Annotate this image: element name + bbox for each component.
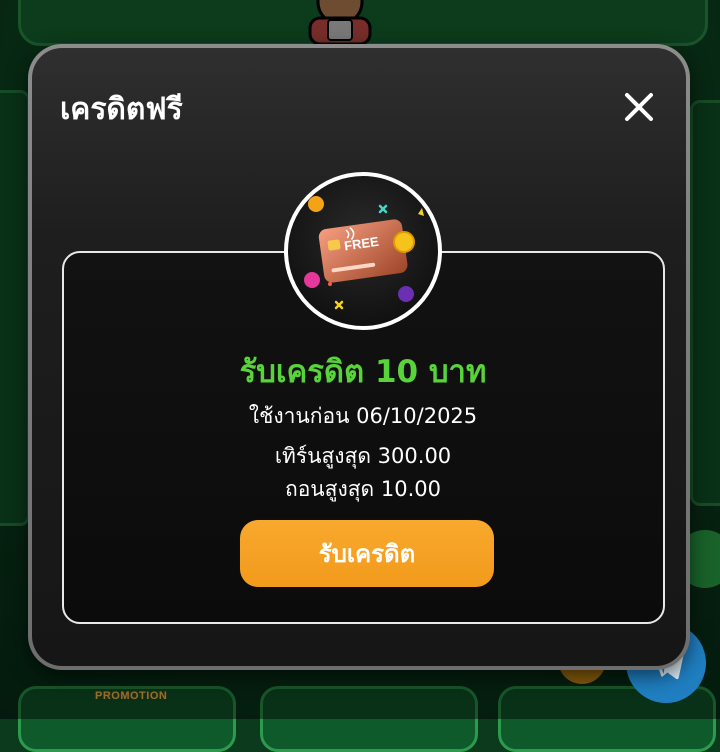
max-withdraw-text: ถอนสูงสุด 10.00	[284, 477, 441, 501]
max-turnover-text: เทิร์นสูงสุด 300.00	[274, 444, 452, 468]
offer-title: รับเครดิต 10 บาท	[239, 354, 487, 390]
claim-credit-button[interactable]: รับเครดิต	[240, 520, 494, 587]
close-icon	[625, 93, 653, 121]
free-credit-modal: เครดิตฟรี FREE รับเครดิต 10 บาท ใช้งานก่…	[28, 44, 690, 670]
use-before-text: ใช้งานก่อน 06/10/2025	[248, 404, 478, 428]
free-credit-badge: FREE	[284, 172, 442, 330]
modal-body: เครดิตฟรี FREE รับเครดิต 10 บาท ใช้งานก่…	[32, 48, 686, 666]
modal-title: เครดิตฟรี	[60, 92, 183, 127]
free-credit-card-icon: FREE	[304, 196, 424, 310]
close-button[interactable]	[622, 90, 656, 124]
